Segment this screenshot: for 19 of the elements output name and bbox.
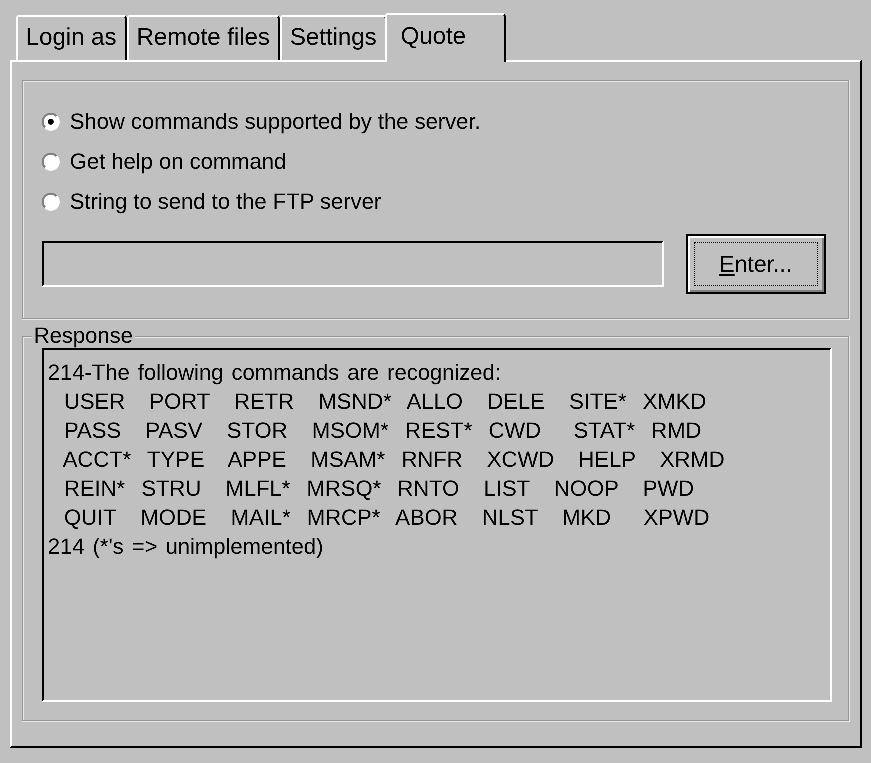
command-field[interactable]	[42, 241, 664, 287]
response-line: 214-The following commands are recognized:	[48, 359, 502, 387]
radio-label[interactable]: Show commands supported by the server.	[70, 109, 481, 135]
radio-label[interactable]: Get help on command	[70, 149, 286, 175]
tab[interactable]: Login as	[16, 15, 127, 60]
response-line: ACCT* TYPE APPE MSAM* RNFR XCWD HELP XRMD	[62, 446, 726, 474]
response-line: 214 (*'s => unimplemented)	[48, 533, 325, 561]
radio-label[interactable]: String to send to the FTP server	[70, 189, 382, 215]
radio-button[interactable]	[42, 113, 60, 131]
response-line: PASS PASV STOR MSOM* REST* CWD STAT* RMD	[63, 417, 703, 445]
radio-button[interactable]	[42, 153, 60, 171]
enter-button[interactable]: Enter...	[686, 234, 826, 294]
tab[interactable]: Quote	[384, 13, 506, 62]
response-line: USER PORT RETR MSND* ALLO DELE SITE* XMKD	[63, 388, 708, 416]
response-line: QUIT MODE MAIL* MRCP* ABOR NLST MKD XPWD	[63, 504, 711, 532]
radio-button[interactable]	[42, 193, 60, 211]
tab[interactable]: Settings	[280, 15, 387, 60]
tab[interactable]: Remote files	[126, 15, 280, 60]
response-line: REIN* STRU MLFL* MRSQ* RNTO LIST NOOP PWD	[63, 475, 696, 503]
